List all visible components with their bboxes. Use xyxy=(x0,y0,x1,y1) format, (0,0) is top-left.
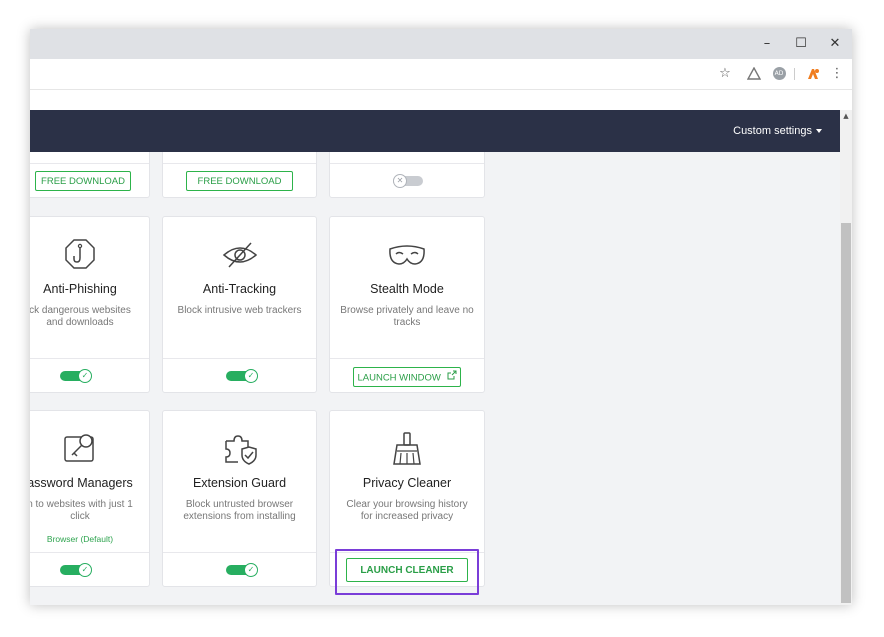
caret-down-icon xyxy=(816,129,822,134)
card-extension-guard: Extension Guard Block untrusted browser … xyxy=(162,410,317,587)
card-top-1: FREE DOWNLOAD xyxy=(30,152,150,198)
bookmark-bar xyxy=(30,90,852,110)
card-top-3: ✕ xyxy=(329,152,485,198)
ad-badge-label: AD xyxy=(772,67,786,80)
browser-toolbar: ☆ AD ⋮ xyxy=(30,59,852,90)
card-title: assword Managers xyxy=(30,476,133,490)
minimize-button[interactable]: – xyxy=(750,29,784,59)
launch-window-button[interactable]: LAUNCH WINDOW xyxy=(353,367,461,387)
card-divider xyxy=(163,358,316,359)
checkmark-icon: ✓ xyxy=(78,563,92,577)
highlight-frame xyxy=(335,549,479,595)
card-divider xyxy=(30,163,149,164)
card-top-2: FREE DOWNLOAD xyxy=(162,152,317,198)
external-link-icon xyxy=(447,368,457,388)
free-download-button[interactable]: FREE DOWNLOAD xyxy=(35,171,131,191)
toggle-switch[interactable]: ✕ xyxy=(393,174,425,188)
extension-guard-toggle[interactable]: ✓ xyxy=(226,563,258,577)
card-description: Block untrusted browser extensions from … xyxy=(183,499,296,522)
checkmark-icon: ✓ xyxy=(244,563,258,577)
card-title: Anti-Phishing xyxy=(43,282,117,296)
card-title: Anti-Tracking xyxy=(202,282,277,296)
broom-icon xyxy=(393,432,421,465)
warning-triangle-icon[interactable] xyxy=(745,65,763,83)
custom-settings-label: Custom settings xyxy=(733,125,812,137)
card-divider xyxy=(30,358,149,359)
card-divider xyxy=(330,163,484,164)
anti-phishing-toggle[interactable]: ✓ xyxy=(60,369,92,383)
kebab-menu-icon[interactable]: ⋮ xyxy=(828,65,846,83)
browser-default-note[interactable]: Browser (Default) xyxy=(30,534,149,544)
maximize-button[interactable]: ☐ xyxy=(784,29,818,59)
free-download-button[interactable]: FREE DOWNLOAD xyxy=(186,171,293,191)
card-divider xyxy=(330,358,484,359)
card-anti-tracking: Anti-Tracking Block intrusive web tracke… xyxy=(162,216,317,393)
mask-icon xyxy=(389,245,425,265)
toggle-off-icon: ✕ xyxy=(393,174,407,188)
feature-grid: FREE DOWNLOAD FREE DOWNLOAD ✕ Anti-Phish… xyxy=(30,152,840,605)
password-managers-toggle[interactable]: ✓ xyxy=(60,563,92,577)
eye-slash-icon xyxy=(222,242,257,268)
launch-window-label: LAUNCH WINDOW xyxy=(357,372,441,384)
card-divider xyxy=(30,552,149,553)
star-icon[interactable]: ☆ xyxy=(716,65,734,83)
card-description: Block intrusive web trackers xyxy=(177,305,302,316)
avast-logo-icon[interactable] xyxy=(804,65,822,83)
custom-settings-dropdown[interactable]: Custom settings xyxy=(733,110,822,152)
card-description: Browse privately and leave no tracks xyxy=(340,305,474,328)
card-divider xyxy=(163,163,316,164)
browser-window: – ☐ ✕ ☆ AD ⋮ Custom settings ▲ FREE DOWN… xyxy=(30,29,852,605)
card-title: Stealth Mode xyxy=(370,282,444,296)
card-description: Clear your browsing history for increase… xyxy=(346,499,468,522)
card-title: Extension Guard xyxy=(192,476,287,490)
close-button[interactable]: ✕ xyxy=(818,29,852,59)
title-bar: – ☐ ✕ xyxy=(30,29,852,59)
checkmark-icon: ✓ xyxy=(244,369,258,383)
card-description: n to websites with just 1 click xyxy=(30,499,133,522)
card-stealth-mode: Stealth Mode Browse privately and leave … xyxy=(329,216,485,393)
ad-badge-icon[interactable]: AD xyxy=(770,65,788,83)
card-title: Privacy Cleaner xyxy=(362,476,452,490)
card-description: ck dangerous websites and downloads xyxy=(30,305,131,328)
toolbar-divider xyxy=(794,68,795,80)
card-divider xyxy=(163,552,316,553)
scroll-thumb[interactable] xyxy=(841,223,851,603)
page-header: Custom settings xyxy=(30,110,840,152)
scroll-up-arrow-icon[interactable]: ▲ xyxy=(840,110,852,122)
vertical-scrollbar[interactable]: ▲ xyxy=(840,110,852,605)
key-window-icon xyxy=(64,434,94,462)
card-password-managers: assword Managers n to websites with just… xyxy=(30,410,150,587)
puzzle-shield-icon xyxy=(224,435,257,465)
card-anti-phishing: Anti-Phishing ck dangerous websites and … xyxy=(30,216,150,393)
hook-octagon-icon xyxy=(65,239,95,269)
anti-tracking-toggle[interactable]: ✓ xyxy=(226,369,258,383)
checkmark-icon: ✓ xyxy=(78,369,92,383)
